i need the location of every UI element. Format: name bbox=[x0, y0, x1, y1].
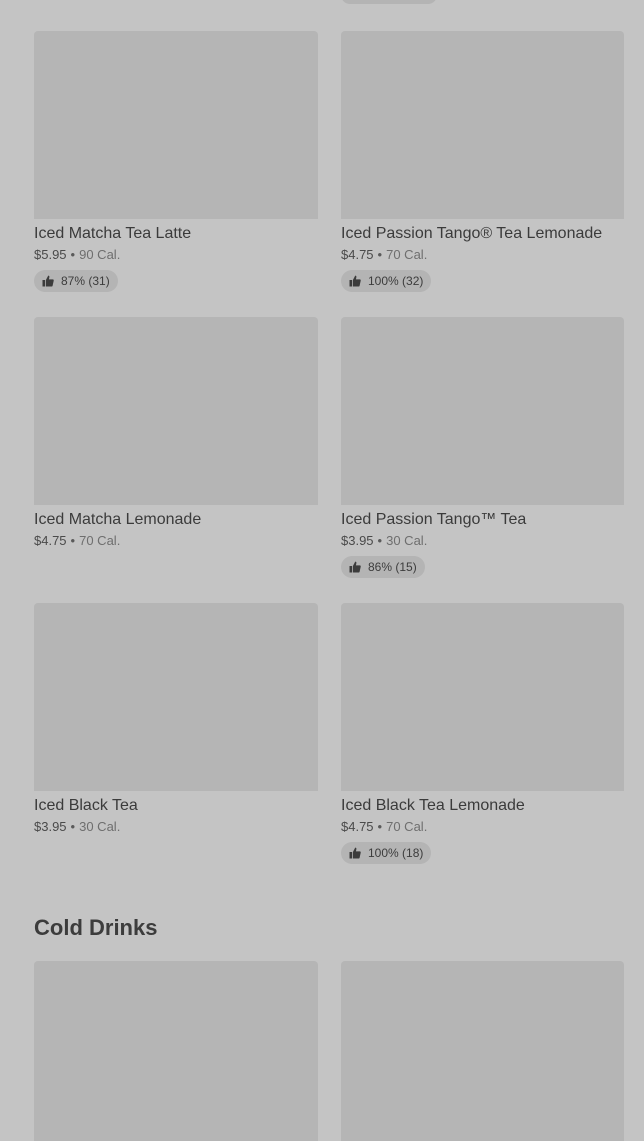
menu-item-image bbox=[34, 31, 318, 219]
meta-separator: • bbox=[377, 819, 383, 834]
menu-item-meta: $4.75 • 70 Cal. bbox=[341, 819, 624, 835]
menu-item-calories: 30 Cal. bbox=[79, 819, 121, 834]
rating-badge: 86% (15) bbox=[341, 556, 425, 578]
menu-item-image bbox=[341, 317, 624, 505]
menu-item-meta: $5.95 • 90 Cal. bbox=[34, 247, 318, 263]
menu-item-card[interactable]: Iced Passion Tango® Tea Lemonade $4.75 • 7… bbox=[341, 31, 624, 317]
menu-item-price: $4.75 bbox=[341, 247, 374, 262]
thumbs-up-icon bbox=[42, 275, 54, 287]
menu-item-card[interactable]: Iced Matcha Tea Latte $5.95 • 90 Cal. 87% … bbox=[34, 31, 318, 317]
menu-item-image bbox=[341, 31, 624, 219]
menu-item-title: Iced Black Tea bbox=[34, 797, 138, 814]
cold-drink-card-image[interactable] bbox=[34, 961, 318, 1141]
meta-separator: • bbox=[377, 533, 383, 548]
menu-item-image bbox=[341, 603, 624, 791]
menu-item-card[interactable]: Iced Black Tea Lemonade $4.75 • 70 Cal. 10… bbox=[341, 603, 624, 889]
menu-item-price: $3.95 bbox=[34, 819, 67, 834]
thumbs-up-icon bbox=[349, 561, 361, 573]
menu-item-title: Iced Matcha Tea Latte bbox=[34, 225, 192, 242]
menu-item-grid: Iced Matcha Tea Latte $5.95 • 90 Cal. 87% … bbox=[34, 31, 624, 889]
cold-drink-card-image[interactable] bbox=[341, 961, 624, 1141]
menu-item-title: Iced Passion Tango™ Tea bbox=[341, 511, 527, 528]
meta-separator: • bbox=[70, 247, 76, 262]
menu-item-title: Iced Matcha Lemonade bbox=[34, 511, 202, 528]
menu-item-image bbox=[34, 603, 318, 791]
rating-text: 86% (15) bbox=[368, 560, 417, 574]
partial-rating-badge bbox=[341, 0, 437, 4]
menu-item-price: $3.95 bbox=[341, 533, 374, 548]
menu-item-calories: 70 Cal. bbox=[79, 533, 121, 548]
menu-item-meta: $4.75 • 70 Cal. bbox=[341, 247, 624, 263]
menu-item-card[interactable]: Iced Black Tea $3.95 • 30 Cal. bbox=[34, 603, 318, 889]
menu-item-meta: $4.75 • 70 Cal. bbox=[34, 533, 318, 549]
menu-item-meta: $3.95 • 30 Cal. bbox=[34, 819, 318, 835]
menu-item-calories: 70 Cal. bbox=[386, 819, 428, 834]
menu-item-meta: $3.95 • 30 Cal. bbox=[341, 533, 624, 549]
menu-item-calories: 90 Cal. bbox=[79, 247, 121, 262]
thumbs-up-icon bbox=[349, 275, 361, 287]
menu-item-card[interactable]: Iced Passion Tango™ Tea $3.95 • 30 Cal. 86… bbox=[341, 317, 624, 603]
menu-item-price: $4.75 bbox=[341, 819, 374, 834]
rating-badge: 100% (32) bbox=[341, 270, 432, 292]
menu-item-card[interactable]: Iced Matcha Lemonade $4.75 • 70 Cal. bbox=[34, 317, 318, 603]
rating-badge: 87% (31) bbox=[34, 270, 118, 292]
meta-separator: • bbox=[70, 533, 76, 548]
menu-item-price: $5.95 bbox=[34, 247, 67, 262]
rating-badge: 100% (18) bbox=[341, 842, 432, 864]
menu-item-image bbox=[34, 317, 318, 505]
menu-item-calories: 30 Cal. bbox=[386, 533, 428, 548]
rating-text: 100% (18) bbox=[368, 846, 424, 860]
meta-separator: • bbox=[377, 247, 383, 262]
section-title-cold-drinks: Cold Drinks bbox=[34, 915, 158, 940]
menu-item-calories: 70 Cal. bbox=[386, 247, 428, 262]
cold-drinks-grid bbox=[34, 961, 624, 1141]
rating-text: 100% (32) bbox=[368, 274, 424, 288]
thumbs-up-icon bbox=[349, 847, 361, 859]
menu-item-title: Iced Black Tea Lemonade bbox=[341, 797, 525, 814]
menu-item-title: Iced Passion Tango® Tea Lemonade bbox=[341, 225, 603, 242]
meta-separator: • bbox=[70, 819, 76, 834]
menu-item-price: $4.75 bbox=[34, 533, 67, 548]
rating-text: 87% (31) bbox=[61, 274, 110, 288]
